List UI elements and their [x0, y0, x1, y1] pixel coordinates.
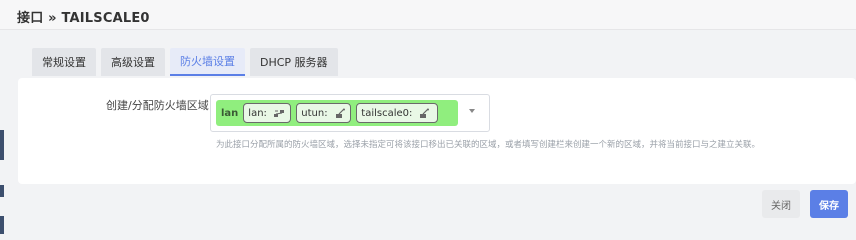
interface-badge-utun: utun:: [296, 103, 352, 123]
sidebar-edge: [0, 0, 10, 234]
zone-field-label: 创建/分配防火墙区域: [106, 99, 209, 112]
interface-name: utun:: [301, 107, 328, 119]
bridge-icon: [273, 108, 285, 119]
sidebar-edge-segment: [0, 130, 4, 160]
zone-help-text: 为此接口分配所属的防火墙区域，选择未指定可将该接口移出已关联的区域，或者填写创建…: [216, 140, 761, 150]
tab-firewall[interactable]: 防火墙设置: [170, 48, 245, 76]
ethernet-port-icon: [334, 108, 346, 119]
zone-name: lan: [221, 107, 239, 119]
chevron-down-icon[interactable]: [469, 109, 475, 113]
tab-advanced[interactable]: 高级设置: [101, 48, 165, 76]
zone-select[interactable]: lan lan: utun: tailscale0:: [210, 94, 490, 132]
interface-name: lan:: [248, 107, 267, 119]
tab-bar: 常规设置 高级设置 防火墙设置 DHCP 服务器: [32, 48, 343, 76]
interface-name: tailscale0:: [361, 107, 413, 119]
zone-chip-lan[interactable]: lan lan: utun: tailscale0:: [216, 100, 458, 126]
save-button[interactable]: 保存: [810, 190, 848, 218]
page-title: 接口 » TAILSCALE0: [17, 11, 150, 26]
tab-general[interactable]: 常规设置: [32, 48, 96, 76]
close-button[interactable]: 关闭: [762, 190, 800, 218]
page-header: 接口 » TAILSCALE0: [0, 0, 856, 30]
sidebar-edge-segment: [0, 185, 4, 197]
sidebar-edge-segment: [0, 216, 4, 234]
ethernet-port-icon: [418, 108, 430, 119]
interface-badge-tailscale0: tailscale0:: [356, 103, 439, 123]
tab-dhcp-server[interactable]: DHCP 服务器: [250, 48, 338, 76]
firewall-settings-panel: 创建/分配防火墙区域 lan lan: utun: tailscale0: 为此…: [18, 78, 856, 184]
interface-badge-lan: lan:: [243, 103, 292, 123]
